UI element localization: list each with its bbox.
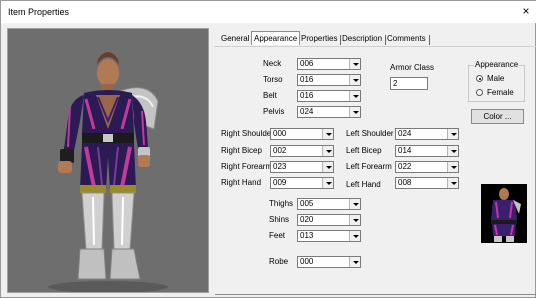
tab-label: Description [342, 34, 383, 43]
left-hand-select[interactable]: 008 [395, 177, 459, 189]
right-bicep-select[interactable]: 002 [270, 145, 334, 157]
torso-value: 016 [300, 75, 314, 84]
belt-label: Belt [263, 91, 277, 100]
thighs-select[interactable]: 005 [297, 198, 361, 210]
left-shoulder-value: 024 [398, 129, 412, 138]
shins-value: 020 [300, 215, 314, 224]
feet-label: Feet [269, 231, 286, 240]
item-properties-window: Item Properties × General Appearance Pro… [0, 0, 536, 298]
window-title: Item Properties [8, 7, 70, 17]
left-hand-label: Left Hand [346, 180, 381, 189]
chevron-down-icon[interactable] [322, 162, 333, 172]
armor-class-input[interactable]: 2 [390, 77, 428, 90]
robe-select[interactable]: 000 [297, 256, 361, 268]
character-model-image [8, 29, 208, 292]
left-hand-value: 008 [398, 178, 412, 187]
close-icon[interactable]: × [519, 4, 533, 18]
tab-label: General [221, 34, 250, 43]
right-bicep-label: Right Bicep [221, 146, 262, 155]
left-forearm-select[interactable]: 022 [395, 161, 459, 173]
right-hand-label: Right Hand [221, 178, 262, 187]
left-forearm-label: Left Forearm [346, 162, 392, 171]
pelvis-value: 024 [300, 107, 314, 116]
male-radio[interactable] [476, 75, 483, 82]
torso-label: Torso [263, 75, 283, 84]
tab-comments[interactable]: Comments [385, 33, 430, 45]
color-button[interactable]: Color ... [471, 109, 524, 124]
feet-select[interactable]: 013 [297, 230, 361, 242]
neck-value: 006 [300, 59, 314, 68]
robe-value: 000 [300, 257, 314, 266]
chevron-down-icon[interactable] [349, 257, 360, 267]
tab-appearance[interactable]: Appearance [251, 31, 301, 45]
tab-label: Comments [387, 34, 426, 43]
right-forearm-value: 023 [273, 162, 287, 171]
pelvis-label: Pelvis [263, 107, 285, 116]
shins-label: Shins [269, 215, 290, 224]
right-shoulder-value: 000 [273, 129, 287, 138]
belt-value: 016 [300, 91, 314, 100]
chevron-down-icon[interactable] [349, 231, 360, 241]
shins-select[interactable]: 020 [297, 214, 361, 226]
chevron-down-icon[interactable] [349, 59, 360, 69]
chevron-down-icon[interactable] [349, 215, 360, 225]
chevron-down-icon[interactable] [447, 178, 458, 188]
male-label: Male [487, 74, 505, 83]
armor-class-label: Armor Class [390, 63, 435, 72]
female-label: Female [487, 88, 514, 97]
right-shoulder-label: Right Shoulder [221, 129, 274, 138]
robe-label: Robe [269, 257, 289, 266]
model-preview-viewport[interactable] [7, 28, 209, 293]
tab-description[interactable]: Description [340, 33, 387, 45]
left-bicep-select[interactable]: 014 [395, 145, 459, 157]
tab-properties[interactable]: Properties [299, 33, 342, 45]
neck-label: Neck [263, 59, 282, 68]
left-forearm-value: 022 [398, 162, 412, 171]
chevron-down-icon[interactable] [349, 199, 360, 209]
torso-select[interactable]: 016 [297, 74, 361, 86]
chevron-down-icon[interactable] [447, 146, 458, 156]
panel-bottom-divider [215, 294, 536, 295]
left-bicep-label: Left Bicep [346, 146, 382, 155]
chevron-down-icon[interactable] [447, 162, 458, 172]
right-hand-value: 009 [273, 178, 287, 187]
chevron-down-icon[interactable] [322, 129, 333, 139]
chevron-down-icon[interactable] [322, 146, 333, 156]
left-shoulder-select[interactable]: 024 [395, 128, 459, 140]
right-forearm-label: Right Forearm [221, 162, 273, 171]
neck-select[interactable]: 006 [297, 58, 361, 70]
appearance-group-title: Appearance [474, 60, 520, 70]
right-hand-select[interactable]: 009 [270, 177, 334, 189]
chevron-down-icon[interactable] [349, 91, 360, 101]
tab-general[interactable]: General [219, 33, 251, 45]
left-shoulder-label: Left Shoulder [346, 129, 394, 138]
left-bicep-value: 014 [398, 146, 412, 155]
title-bar: Item Properties × [1, 1, 536, 23]
chevron-down-icon[interactable] [447, 129, 458, 139]
thighs-label: Thighs [269, 199, 294, 208]
item-icon [481, 184, 527, 243]
right-shoulder-select[interactable]: 000 [270, 128, 334, 140]
feet-value: 013 [300, 231, 314, 240]
chevron-down-icon[interactable] [349, 75, 360, 85]
female-radio[interactable] [476, 89, 483, 96]
pelvis-select[interactable]: 024 [297, 106, 361, 118]
belt-select[interactable]: 016 [297, 90, 361, 102]
right-bicep-value: 002 [273, 146, 287, 155]
tab-label: Appearance [254, 34, 298, 43]
tab-label: Properties [301, 34, 338, 43]
item-thumbnail [481, 184, 527, 243]
chevron-down-icon[interactable] [322, 178, 333, 188]
thighs-value: 005 [300, 199, 314, 208]
right-forearm-select[interactable]: 023 [270, 161, 334, 173]
chevron-down-icon[interactable] [349, 107, 360, 117]
